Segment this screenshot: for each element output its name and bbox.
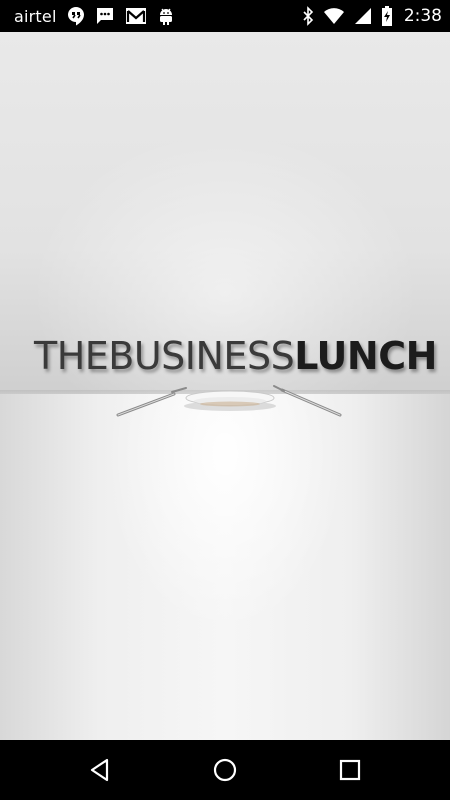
logo-text-bold: LUNCH <box>294 334 437 378</box>
backdrop-floor <box>0 394 450 740</box>
status-bar-right: 2:38 <box>302 0 442 32</box>
navigation-bar <box>0 740 450 800</box>
bluetooth-icon <box>302 5 314 27</box>
back-icon <box>91 758 109 782</box>
cell-signal-icon <box>354 5 372 27</box>
home-button[interactable] <box>203 748 247 792</box>
recents-button[interactable] <box>328 748 372 792</box>
hangouts-icon <box>67 5 85 27</box>
wifi-icon <box>323 5 345 27</box>
splash-screen: THEBUSINESSLUNCH <box>0 32 450 740</box>
status-bar: airtel 2:38 <box>0 0 450 32</box>
home-icon <box>213 758 237 782</box>
status-bar-left: airtel <box>14 0 185 32</box>
gmail-icon <box>125 5 147 27</box>
sms-icon <box>95 5 115 27</box>
status-bar-clock: 2:38 <box>403 6 442 26</box>
back-button[interactable] <box>78 748 122 792</box>
battery-charging-icon <box>381 5 393 27</box>
android-icon <box>157 5 175 27</box>
carrier-name: airtel <box>14 6 57 26</box>
plate-cutlery-graphic <box>112 382 348 422</box>
recents-icon <box>339 759 360 781</box>
plate-illustration <box>116 385 342 417</box>
app-logo: THEBUSINESSLUNCH <box>34 334 437 378</box>
logo-text-light: THEBUSINESS <box>34 334 295 378</box>
